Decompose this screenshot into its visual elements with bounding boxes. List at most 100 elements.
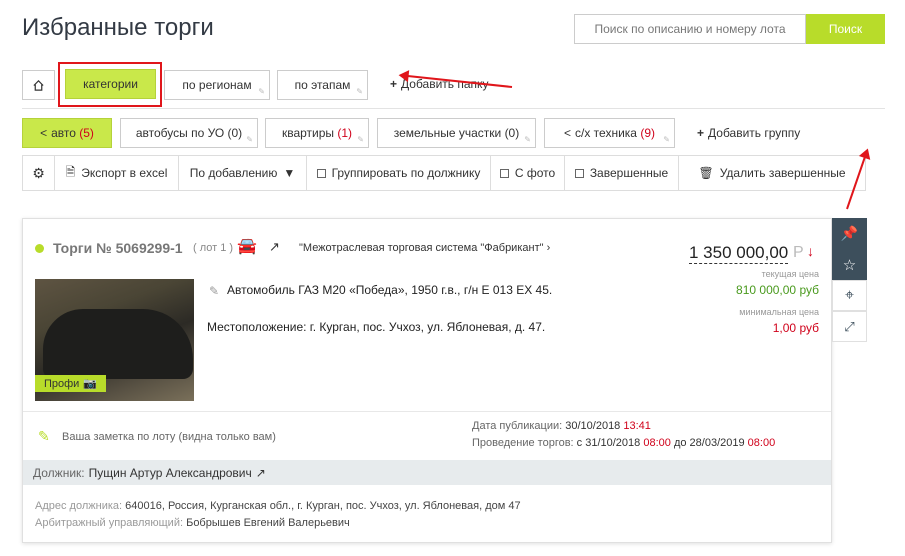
- lot-title[interactable]: Торги № 5069299-1: [53, 240, 183, 256]
- camera-icon: 📷: [83, 378, 98, 390]
- car-icon: 🚘: [237, 238, 257, 255]
- folder-categories[interactable]: категории: [65, 69, 156, 99]
- group-apartments[interactable]: квартиры (1) ✎: [265, 118, 369, 148]
- expand-button[interactable]: ⤢: [832, 311, 867, 342]
- caret-down-icon: ▼: [283, 166, 296, 180]
- photo-badge: Профи 📷: [35, 375, 106, 392]
- group-count: (0): [227, 126, 243, 140]
- folder-label: по этапам: [294, 78, 351, 92]
- group-label: квартиры: [281, 126, 335, 140]
- pin-icon: 📌: [840, 225, 859, 241]
- trade-from-time: 08:00: [643, 437, 671, 449]
- add-group-label: Добавить группу: [708, 126, 801, 140]
- checkbox-label: Группировать по должнику: [331, 166, 481, 180]
- lot-photo[interactable]: Профи 📷: [35, 279, 194, 401]
- edit-icon[interactable]: ✎: [258, 87, 265, 96]
- lot-note[interactable]: Ваша заметка по лоту (видна только вам): [62, 431, 276, 443]
- lot-price: 1 350 000,00: [689, 243, 789, 264]
- divider: [23, 411, 831, 412]
- checkbox[interactable]: [574, 168, 584, 178]
- group-agri[interactable]: < с/х техника (9) ✎: [544, 118, 675, 148]
- folder-label: по регионам: [182, 78, 252, 92]
- crosshair-icon: ⌖: [844, 286, 854, 304]
- group-label: авто: [51, 126, 76, 140]
- with-photo-checkbox[interactable]: С фото: [491, 156, 565, 190]
- add-group-button[interactable]: + Добавить группу: [697, 126, 800, 140]
- lot-card: Торги № 5069299-1 ( лот 1 ) 🚘 ↗ "Межотра…: [22, 218, 832, 543]
- arrow-down-icon: ↓: [807, 243, 814, 259]
- checkbox[interactable]: [499, 168, 509, 178]
- delete-label: Удалить завершенные: [719, 166, 846, 180]
- pencil-icon[interactable]: ✎: [209, 284, 219, 298]
- expand-icon: ⤢: [844, 318, 855, 334]
- min-price: 1,00 руб: [772, 321, 819, 335]
- search-button[interactable]: Поиск: [806, 14, 885, 44]
- lot-location: Местоположение: г. Курган, пос. Учхоз, у…: [207, 320, 546, 334]
- edit-icon[interactable]: ✎: [246, 135, 253, 144]
- checkbox-label: С фото: [514, 166, 556, 180]
- folder-stages[interactable]: по этапам ✎: [277, 70, 368, 100]
- pub-date: 30/10/2018: [565, 420, 621, 432]
- note-icon: ✎: [38, 428, 50, 444]
- sort-select[interactable]: По добавлению ▼: [179, 156, 307, 190]
- toolbar: ⚙ 🗎 Экспорт в excel По добавлению ▼ Группи…: [22, 155, 866, 191]
- current-price-label: текущая цена: [761, 269, 819, 279]
- status-dot: [35, 244, 44, 253]
- current-price: 810 000,00 руб: [736, 283, 819, 297]
- edit-icon[interactable]: ✎: [357, 135, 364, 144]
- divider: [22, 108, 885, 109]
- settings-button[interactable]: ⚙: [23, 156, 55, 190]
- currency-symbol: Р: [793, 244, 804, 261]
- group-by-debtor-checkbox[interactable]: Группировать по должнику: [307, 156, 491, 190]
- group-land[interactable]: земельные участки (0) ✎: [377, 118, 536, 148]
- delete-finished-button[interactable]: 🗑 Удалить завершенные: [679, 156, 865, 190]
- group-label: автобусы по УО: [135, 126, 225, 140]
- folder-regions[interactable]: по регионам ✎: [164, 70, 270, 100]
- document-icon: 🗎: [65, 164, 76, 179]
- group-count: (9): [640, 126, 655, 140]
- favorite-button[interactable]: ☆: [832, 249, 867, 280]
- page-title: Избранные торги: [22, 14, 214, 41]
- pub-date-label: Дата публикации:: [472, 420, 563, 432]
- manager-label: Арбитражный управляющий:: [35, 517, 184, 529]
- group-count: (0): [504, 126, 520, 140]
- edit-icon[interactable]: ✎: [663, 135, 670, 144]
- plus-icon: +: [697, 126, 705, 140]
- trade-to-time: 08:00: [747, 437, 776, 449]
- export-button[interactable]: 🗎 Экспорт в excel: [55, 156, 179, 190]
- group-label: с/х техника: [575, 126, 637, 140]
- external-link-icon[interactable]: ↗: [256, 466, 266, 480]
- edit-icon[interactable]: ✎: [356, 87, 363, 96]
- search-input[interactable]: Поиск по описанию и номеру лота: [574, 14, 806, 44]
- debtor-row: Должник: Пущин Артур Александрович ↗: [23, 460, 831, 485]
- manager-value: Бобрышев Евгений Валерьевич: [186, 517, 350, 529]
- debtor-name[interactable]: Пущин Артур Александрович: [89, 466, 252, 480]
- home-button[interactable]: [22, 70, 55, 100]
- share-icon: <: [40, 126, 48, 140]
- debtor-label: Должник:: [33, 465, 85, 480]
- platform-link[interactable]: "Межотраслевая торговая система "Фабрика…: [299, 242, 550, 254]
- pin-button[interactable]: 📌: [832, 218, 867, 249]
- gear-icon: ⚙: [32, 164, 45, 181]
- home-icon: [33, 79, 44, 91]
- checkbox[interactable]: [316, 168, 326, 178]
- external-link-icon[interactable]: ↗: [269, 239, 280, 255]
- share-icon: <: [564, 126, 572, 140]
- publication-date: Дата публикации: 30/10/2018 13:41: [472, 420, 651, 432]
- car-shape: [43, 309, 193, 379]
- locate-button[interactable]: ⌖: [832, 280, 867, 311]
- edit-icon[interactable]: ✎: [524, 135, 531, 144]
- platform-name: "Межотраслевая торговая система "Фабрика…: [299, 242, 544, 254]
- finished-checkbox[interactable]: Завершенные: [565, 156, 679, 190]
- trade-label: Проведение торгов:: [472, 437, 574, 449]
- trade-period: Проведение торгов: с 31/10/2018 08:00 до…: [472, 437, 775, 449]
- group-label: земельные участки: [393, 126, 502, 140]
- star-icon: ☆: [842, 256, 857, 274]
- trade-from: с 31/10/2018: [576, 437, 641, 449]
- group-buses[interactable]: автобусы по УО (0) ✎: [120, 118, 258, 148]
- checkbox-label: Завершенные: [589, 166, 669, 180]
- folder-label: категории: [83, 77, 138, 91]
- group-auto[interactable]: < авто (5): [22, 118, 112, 148]
- address-label: Адрес должника:: [35, 500, 123, 512]
- lot-description: Автомобиль ГАЗ М20 «Победа», 1950 г.в., …: [227, 283, 553, 297]
